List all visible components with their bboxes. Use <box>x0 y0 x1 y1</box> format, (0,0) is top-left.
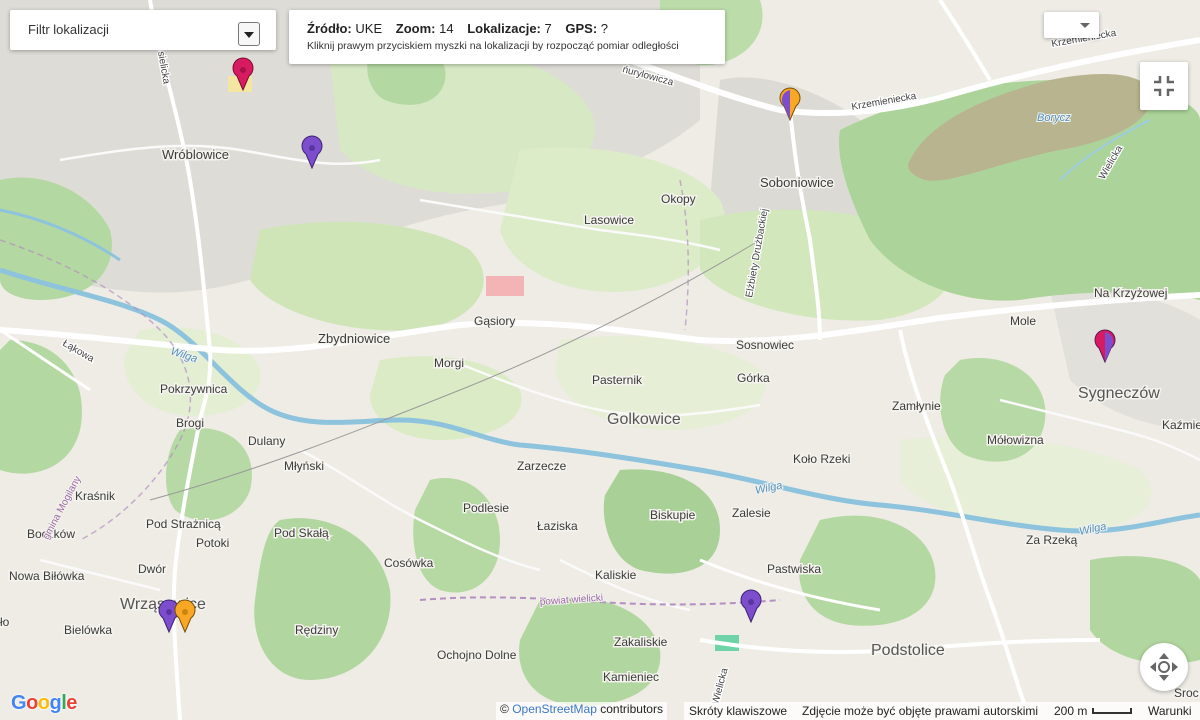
place-label: Pokrzywnica <box>160 382 228 396</box>
status-line: Źródło: UKE Zoom: 14 Lokalizacje: 7 GPS:… <box>307 21 608 36</box>
place-label: Brogi <box>176 416 204 430</box>
info-panel: Źródło: UKE Zoom: 14 Lokalizacje: 7 GPS:… <box>289 10 725 64</box>
place-label: Kamieniec <box>603 670 659 684</box>
place-label: Zarzecze <box>517 459 567 473</box>
locations-label: Lokalizacje: <box>467 21 541 36</box>
place-label: Pasternik <box>592 373 643 387</box>
move-arrows-icon <box>1150 653 1178 681</box>
map-footer: Skróty klawiszowe Zdjęcie może być objęt… <box>684 702 1200 720</box>
place-label: Zamłynie <box>892 399 941 413</box>
place-label: Pastwiska <box>767 562 821 576</box>
place-label: Gąsiory <box>474 314 515 328</box>
copyright-notice[interactable]: Zdjęcie może być objęte prawami autorski… <box>802 704 1038 718</box>
exit-fullscreen-icon <box>1154 76 1174 96</box>
place-label: Ochojno Dolne <box>437 648 517 662</box>
filter-label: Filtr lokalizacji <box>28 22 109 37</box>
place-label: Na Krzyżowej <box>1094 286 1167 300</box>
terms-link[interactable]: Warunki <box>1148 704 1192 718</box>
source-label: Źródło: <box>307 21 352 36</box>
place-label: Cosówka <box>384 556 434 570</box>
filter-dropdown-button[interactable] <box>238 22 260 46</box>
hint-text: Kliknij prawym przyciskiem myszki na lok… <box>307 40 679 52</box>
place-label: Nowa Biłówka <box>9 569 85 583</box>
place-label: Potoki <box>196 536 229 550</box>
place-label: Wróblowice <box>162 147 229 162</box>
place-label: Zalesie <box>732 506 771 520</box>
place-label: ło <box>0 615 10 629</box>
gps-label: GPS: <box>565 21 598 36</box>
pan-control-button[interactable] <box>1140 643 1188 691</box>
locations-value: 7 <box>544 21 552 36</box>
place-label: Mole <box>1010 314 1036 328</box>
map-canvas[interactable]: Wróblowice Soboniowice Lasowice Okopy Zb… <box>0 0 1200 720</box>
zoom-label: Zoom: <box>395 21 436 36</box>
place-label: Koło Rzeki <box>793 452 850 466</box>
logo-letter: o <box>26 692 38 714</box>
place-label: Pod Strażnicą <box>146 517 221 531</box>
place-label: Sosnowiec <box>736 338 794 352</box>
place-label: Morgi <box>434 356 464 370</box>
zoom-value: 14 <box>439 21 454 36</box>
place-label: Mółowizna <box>987 433 1044 447</box>
fullscreen-button[interactable] <box>1140 62 1188 110</box>
place-label: Zakaliskie <box>614 635 668 649</box>
place-label: Biskupie <box>650 508 696 522</box>
source-value: UKE <box>355 21 383 36</box>
place-label: Kraśnik <box>75 489 116 503</box>
logo-letter: G <box>11 692 27 714</box>
logo-letter: g <box>49 692 62 714</box>
place-label: Za Rzeką <box>1026 533 1078 547</box>
place-label: Lasowice <box>584 213 634 227</box>
keyboard-shortcuts-link[interactable]: Skróty klawiszowe <box>689 704 787 718</box>
logo-letter: e <box>66 692 77 714</box>
map-type-select[interactable] <box>1044 12 1099 38</box>
logo-letter: o <box>37 692 50 714</box>
place-label: Łaziska <box>537 519 578 533</box>
place-label: Zbydniowice <box>318 331 390 346</box>
google-logo: Google <box>11 692 77 715</box>
scale-label[interactable]: 200 m <box>1054 704 1087 718</box>
place-label: Dulany <box>248 434 285 448</box>
place-label: Golkowice <box>607 411 681 428</box>
place-label: Bielówka <box>64 623 112 637</box>
place-label: Dwór <box>138 562 166 576</box>
attribution-suffix: contributors <box>600 702 663 716</box>
place-label: Okopy <box>661 192 696 206</box>
gps-value: ? <box>600 21 609 36</box>
place-label: Rędziny <box>295 623 338 637</box>
place-label: Kaliskie <box>595 568 637 582</box>
place-label: Kaźmie <box>1162 418 1200 432</box>
map-attribution: © OpenStreetMap contributors <box>496 702 667 720</box>
place-label: Młyński <box>284 459 324 473</box>
place-label: Soboniowice <box>760 175 834 190</box>
place-label: Sygneczów <box>1078 385 1160 402</box>
place-label: Podstolice <box>871 642 945 659</box>
place-label: Pod Skałą <box>274 526 329 540</box>
lake-label: Borycz <box>1037 112 1071 124</box>
location-filter[interactable]: Filtr lokalizacji <box>10 10 276 50</box>
scale-bar <box>1092 708 1132 714</box>
osm-link[interactable]: OpenStreetMap <box>512 702 597 716</box>
copyright-symbol: © <box>500 702 509 716</box>
place-label: Górka <box>737 371 770 385</box>
place-label: Podlesie <box>463 501 509 515</box>
